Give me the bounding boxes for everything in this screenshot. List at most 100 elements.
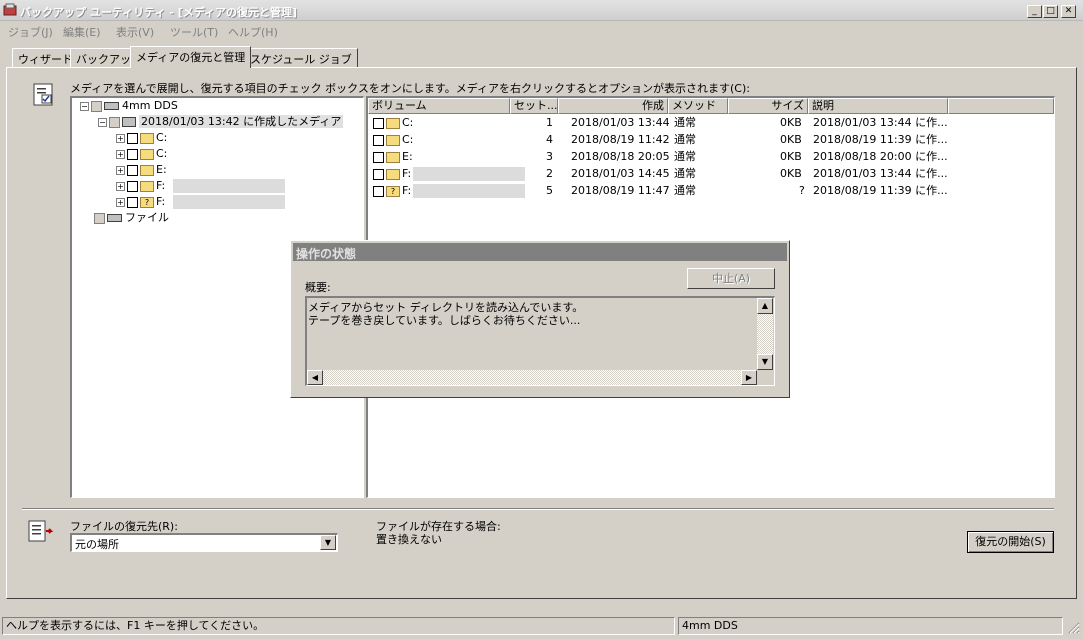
file-media-icon <box>107 214 122 222</box>
menu-help[interactable]: ヘルプ(H) <box>228 24 278 40</box>
tab-wizard[interactable]: ウィザード <box>12 48 79 67</box>
tree-item-f1[interactable]: + F: <box>116 179 285 195</box>
tree-root-label: 4mm DDS <box>122 99 178 112</box>
checkbox[interactable] <box>373 168 384 180</box>
method-cell: 通常 <box>674 167 696 180</box>
checkbox[interactable] <box>373 185 384 197</box>
summary-textbox[interactable]: メディアからセット ディレクトリを読み込んでいます。 テープを巻き戻しています。… <box>305 296 775 386</box>
menu-view[interactable]: 表示(V) <box>116 24 154 40</box>
created-cell: 2018/01/03 13:44 <box>571 116 670 129</box>
tree-item-label: F: <box>156 179 166 192</box>
table-row[interactable]: E: <box>373 150 413 164</box>
operation-status-dialog: 操作の状態 中止(A) 概要: メディアからセット ディレクトリを読み込んでいま… <box>290 240 790 398</box>
stop-button[interactable]: 中止(A) <box>687 268 775 289</box>
tree-item-f2[interactable]: +? F: <box>116 195 285 211</box>
tree-item-label: C: <box>156 131 168 144</box>
set-cell: 1 <box>546 116 553 129</box>
checkbox[interactable] <box>373 117 384 129</box>
menu-tools[interactable]: ツール(T) <box>170 24 218 40</box>
separator <box>22 508 1054 510</box>
column-set[interactable]: セット... <box>510 98 558 114</box>
checkbox[interactable] <box>373 134 384 146</box>
table-row[interactable]: ? F: <box>373 184 526 198</box>
expand-icon[interactable]: + <box>116 181 125 191</box>
tree-item-c1[interactable]: + C: <box>116 131 167 147</box>
column-description[interactable]: 説明 <box>808 98 948 114</box>
tree-item-label: E: <box>156 163 167 176</box>
size-cell: 0KB <box>780 167 802 180</box>
checkbox[interactable] <box>127 180 138 192</box>
menu-job[interactable]: ジョブ(J) <box>8 24 53 40</box>
set-cell: 2 <box>546 167 553 180</box>
expand-icon[interactable]: + <box>116 197 125 207</box>
checkbox[interactable] <box>127 164 138 176</box>
media-icon <box>122 117 136 127</box>
created-cell: 2018/08/19 11:47 <box>571 184 670 197</box>
column-created[interactable]: 作成 <box>558 98 668 114</box>
table-row[interactable]: F: <box>373 167 526 181</box>
expand-icon[interactable]: + <box>116 149 125 159</box>
maximize-icon[interactable]: □ <box>1043 5 1058 18</box>
method-cell: 通常 <box>674 184 696 197</box>
tree-item-label: F: <box>156 195 166 208</box>
restore-destination-icon <box>27 519 55 548</box>
method-cell: 通常 <box>674 133 696 146</box>
tree-file-label: ファイル <box>125 211 169 224</box>
checkbox[interactable] <box>373 151 384 163</box>
expand-icon[interactable]: + <box>116 133 125 143</box>
restore-to-select[interactable]: 元の場所 ▼ <box>70 533 338 552</box>
size-cell: 0KB <box>780 150 802 163</box>
resize-grip-icon[interactable] <box>1066 620 1080 637</box>
tree-file[interactable]: ファイル <box>94 211 169 227</box>
title-bar: バックアップ ユーティリティ - [メディアの復元と管理] _ □ ✕ <box>0 0 1083 21</box>
collapse-icon[interactable]: − <box>80 101 89 111</box>
checkbox[interactable] <box>127 196 138 208</box>
description-cell: 2018/01/03 13:44 に作... <box>813 116 948 129</box>
start-restore-button[interactable]: 復元の開始(S) <box>967 531 1054 553</box>
tab-restore-manage[interactable]: メディアの復元と管理 <box>130 46 252 68</box>
instruction-text: メディアを選んで展開し、復元する項目のチェック ボックスをオンにします。メディア… <box>70 82 750 95</box>
tree-item-e[interactable]: + E: <box>116 163 167 179</box>
minimize-icon[interactable]: _ <box>1027 5 1042 18</box>
restore-to-value: 元の場所 <box>75 538 119 551</box>
expand-icon[interactable]: + <box>116 165 125 175</box>
checkbox[interactable] <box>94 212 105 224</box>
table-row[interactable]: C: <box>373 116 413 130</box>
column-size[interactable]: サイズ <box>728 98 808 114</box>
created-cell: 2018/08/19 11:42 <box>571 133 670 146</box>
folder-icon <box>140 180 154 192</box>
tree-media-label: 2018/01/03 13:42 に作成したメディア <box>139 115 344 128</box>
vertical-scrollbar[interactable]: ▲ ▼ <box>757 298 773 370</box>
description-cell: 2018/08/18 20:00 に作... <box>813 150 948 163</box>
description-cell: 2018/01/03 13:44 に作... <box>813 167 948 180</box>
tree-root[interactable]: − 4mm DDS <box>80 99 178 115</box>
horizontal-scrollbar[interactable]: ◀ ▶ <box>307 370 757 385</box>
folder-icon <box>386 134 400 146</box>
folder-icon <box>140 132 154 144</box>
checkbox[interactable] <box>127 132 138 144</box>
table-row[interactable]: C: <box>373 133 413 147</box>
column-method[interactable]: メソッド <box>668 98 728 114</box>
menu-edit[interactable]: 編集(E) <box>63 24 101 40</box>
tree-media[interactable]: − 2018/01/03 13:42 に作成したメディア <box>98 115 344 131</box>
checkbox[interactable] <box>109 116 120 128</box>
scroll-right-icon[interactable]: ▶ <box>741 370 757 385</box>
checkbox[interactable] <box>91 100 102 112</box>
tab-schedule[interactable]: スケジュール ジョブ <box>244 48 358 67</box>
tree-item-c2[interactable]: + C: <box>116 147 167 163</box>
collapse-icon[interactable]: − <box>98 117 107 127</box>
scroll-left-icon[interactable]: ◀ <box>307 370 323 385</box>
redacted-label <box>413 184 526 198</box>
dropdown-arrow-icon[interactable]: ▼ <box>320 535 336 550</box>
description-cell: 2018/08/19 11:39 に作... <box>813 184 948 197</box>
method-cell: 通常 <box>674 116 696 129</box>
restore-to-label: ファイルの復元先(R): <box>70 520 178 533</box>
scroll-up-icon[interactable]: ▲ <box>757 298 773 314</box>
checkbox[interactable] <box>127 148 138 160</box>
column-volume[interactable]: ボリューム <box>368 98 510 114</box>
if-exists-value: 置き換えない <box>376 533 442 546</box>
created-cell: 2018/01/03 14:45 <box>571 167 670 180</box>
scroll-down-icon[interactable]: ▼ <box>757 354 773 370</box>
close-icon[interactable]: ✕ <box>1061 5 1076 18</box>
volume-cell: E: <box>402 150 413 163</box>
